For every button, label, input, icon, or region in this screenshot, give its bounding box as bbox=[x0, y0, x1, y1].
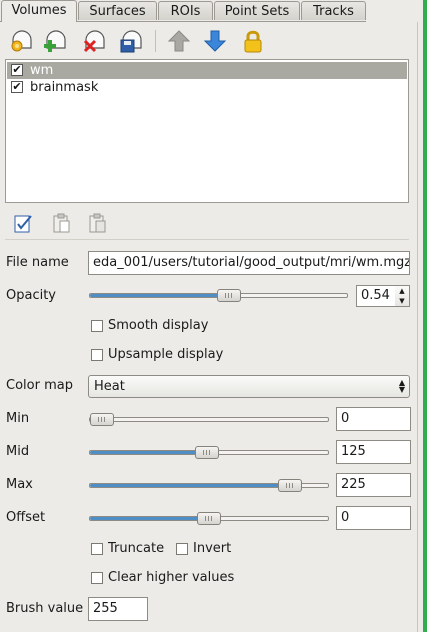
tab-surfaces-label: Surfaces bbox=[89, 4, 146, 19]
color-map-select[interactable]: Heat ▲ ▼ bbox=[88, 375, 410, 398]
move-down-icon bbox=[203, 30, 227, 52]
move-up-button[interactable] bbox=[164, 27, 194, 55]
tab-point-sets-label: Point Sets bbox=[224, 4, 290, 19]
tab-volumes[interactable]: Volumes bbox=[1, 0, 77, 22]
move-up-icon bbox=[167, 30, 191, 52]
clear-higher-values-label: Clear higher values bbox=[108, 570, 235, 585]
load-volume-button[interactable] bbox=[7, 27, 37, 55]
lock-icon bbox=[244, 30, 262, 53]
new-volume-button[interactable] bbox=[41, 27, 71, 55]
new-volume-icon bbox=[44, 30, 66, 52]
max-value-field[interactable]: 225 bbox=[336, 473, 411, 497]
offset-value-field[interactable]: 0 bbox=[336, 506, 411, 530]
close-volume-button[interactable] bbox=[80, 27, 110, 55]
close-volume-icon bbox=[83, 30, 105, 53]
offset-slider[interactable] bbox=[89, 512, 329, 525]
paste-icon bbox=[89, 213, 106, 233]
layer-visibility-checkbox[interactable]: ✔ bbox=[11, 64, 23, 76]
list-item[interactable]: ✔ brainmask bbox=[7, 79, 407, 96]
layer-name: brainmask bbox=[30, 80, 99, 95]
opacity-slider[interactable] bbox=[89, 289, 348, 302]
truncate-label: Truncate bbox=[108, 541, 165, 556]
mid-value: 125 bbox=[341, 444, 366, 459]
opacity-slider-handle[interactable] bbox=[216, 289, 241, 302]
chevron-up-down-icon: ▲ ▼ bbox=[398, 378, 405, 394]
mid-slider[interactable] bbox=[89, 446, 329, 459]
mid-slider-fill bbox=[90, 451, 207, 454]
opacity-label: Opacity bbox=[6, 288, 57, 303]
max-slider-fill bbox=[90, 484, 290, 487]
brush-value-field[interactable]: 255 bbox=[88, 597, 148, 621]
smooth-display-checkbox[interactable] bbox=[91, 320, 103, 332]
tab-bar: Volumes Surfaces ROIs Point Sets Tracks bbox=[0, 0, 427, 22]
upsample-display-checkbox[interactable] bbox=[91, 349, 103, 361]
smooth-display-label: Smooth display bbox=[108, 318, 209, 333]
window-edge-accent bbox=[423, 0, 427, 632]
min-value-field[interactable]: 0 bbox=[336, 407, 411, 431]
paste-button[interactable] bbox=[84, 210, 110, 236]
file-name-field[interactable]: eda_001/users/tutorial/good_output/mri/w… bbox=[88, 251, 410, 275]
upsample-display-label: Upsample display bbox=[108, 347, 224, 362]
tab-tracks-label: Tracks bbox=[313, 4, 354, 19]
tab-volumes-label: Volumes bbox=[11, 3, 67, 18]
move-down-button[interactable] bbox=[200, 27, 230, 55]
mid-value-field[interactable]: 125 bbox=[336, 440, 411, 464]
truncate-checkbox[interactable] bbox=[91, 543, 103, 555]
min-label: Min bbox=[6, 411, 30, 426]
load-volume-icon bbox=[11, 30, 32, 52]
clear-higher-values-checkbox[interactable] bbox=[91, 572, 103, 584]
copy-button[interactable] bbox=[48, 210, 74, 236]
offset-slider-handle[interactable] bbox=[197, 512, 221, 525]
opacity-slider-fill bbox=[90, 294, 229, 297]
save-volume-button[interactable] bbox=[117, 27, 147, 55]
color-map-label: Color map bbox=[6, 378, 73, 393]
brush-value-label: Brush value bbox=[6, 601, 84, 616]
tab-rois-label: ROIs bbox=[170, 4, 201, 19]
layer-visibility-checkbox[interactable]: ✔ bbox=[11, 81, 23, 93]
layer-list[interactable]: ✔ wm ✔ brainmask bbox=[5, 59, 409, 203]
offset-label: Offset bbox=[6, 510, 46, 525]
lock-button[interactable] bbox=[238, 27, 268, 55]
opacity-spinbox[interactable]: 0.54 bbox=[356, 285, 396, 307]
offset-slider-fill bbox=[90, 517, 209, 520]
invert-label: Invert bbox=[193, 541, 232, 556]
file-name-label: File name bbox=[6, 255, 69, 270]
min-value: 0 bbox=[341, 411, 350, 426]
max-value: 225 bbox=[341, 477, 366, 492]
section-divider bbox=[5, 239, 409, 240]
tab-surfaces[interactable]: Surfaces bbox=[78, 1, 157, 20]
max-slider-handle[interactable] bbox=[277, 479, 302, 492]
opacity-spin-arrows[interactable]: ▲ ▼ bbox=[395, 285, 410, 307]
max-label: Max bbox=[6, 477, 33, 492]
tab-point-sets[interactable]: Point Sets bbox=[214, 1, 300, 20]
tab-rois[interactable]: ROIs bbox=[158, 1, 213, 20]
min-slider[interactable] bbox=[89, 413, 329, 426]
offset-value: 0 bbox=[341, 510, 350, 525]
select-all-icon bbox=[14, 215, 32, 233]
list-item[interactable]: ✔ wm bbox=[7, 62, 407, 79]
brush-value: 255 bbox=[93, 601, 118, 616]
opacity-value: 0.54 bbox=[361, 288, 390, 303]
file-name-value: eda_001/users/tutorial/good_output/mri/w… bbox=[93, 255, 410, 270]
mid-slider-handle[interactable] bbox=[194, 446, 219, 459]
layer-name: wm bbox=[30, 63, 54, 78]
select-all-button[interactable] bbox=[10, 210, 36, 236]
invert-checkbox[interactable] bbox=[176, 543, 188, 555]
toolbar-separator bbox=[155, 30, 156, 52]
max-slider[interactable] bbox=[89, 479, 329, 492]
color-map-value: Heat bbox=[94, 379, 125, 394]
save-volume-icon bbox=[120, 30, 142, 53]
tab-tracks[interactable]: Tracks bbox=[301, 1, 366, 20]
min-slider-handle[interactable] bbox=[89, 413, 114, 426]
mid-label: Mid bbox=[6, 444, 30, 459]
copy-icon bbox=[53, 213, 70, 233]
